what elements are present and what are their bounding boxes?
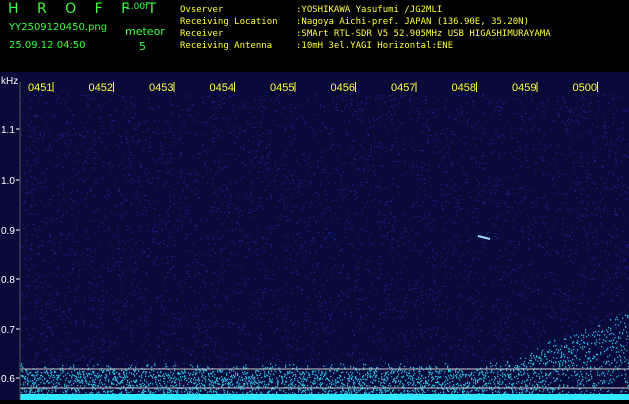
time-label: 0451	[28, 82, 52, 94]
meteor-label: meteor	[125, 25, 165, 38]
observer-value: :YOSHIKAWA Yasufumi /JG2MLI	[296, 5, 443, 15]
y-tick-label: 0.6	[1, 374, 15, 385]
time-label: 0459	[512, 82, 536, 94]
time-label: 0456	[331, 82, 355, 94]
time-label: 0458	[452, 82, 476, 94]
observer-label: Ovserver	[180, 5, 224, 15]
y-tick-label: 0.9	[1, 226, 15, 237]
y-tick-label: 1.1	[1, 125, 15, 136]
time-label: 0454	[210, 82, 234, 94]
y-tick-label: 1.0	[1, 176, 15, 187]
date-time: 25.09.12 04:50	[9, 40, 86, 51]
version-label: 1.00f	[125, 2, 149, 12]
time-label: 0455	[270, 82, 294, 94]
time-label: 0453	[149, 82, 173, 94]
time-label: 0452	[89, 82, 113, 94]
header-panel: H R O F F T 1.00f YY2509120450.png 25.09…	[0, 0, 629, 72]
time-label: 0457	[391, 82, 415, 94]
spectrogram-background	[0, 72, 629, 400]
receiver-label: Receiver	[180, 29, 224, 39]
y-axis-unit: kHz	[1, 76, 18, 87]
y-tick-label: 0.7	[1, 325, 15, 336]
time-label: 0500	[573, 82, 597, 94]
receiver-value: :SMArt RTL-SDR V5 52.905MHz USB HIGASHIM…	[296, 29, 551, 39]
spectrogram: kHz 1.1 1.0 0.9 0.8 0.7 0.6 0451 0452 0453 0454 0…	[0, 72, 629, 401]
spectrogram-panel: kHz 1.1 1.0 0.9 0.8 0.7 0.6 0451 0452 0453 0454 0…	[0, 72, 629, 401]
antenna-value: :10mH 3el.YAGI Horizontal:ENE	[296, 41, 454, 51]
band-baseline	[20, 394, 629, 400]
antenna-label: Receiving Antenna	[180, 41, 273, 51]
y-tick-label: 0.8	[1, 275, 15, 286]
file-name: YY2509120450.png	[9, 22, 108, 33]
location-value: :Nagoya Aichi-pref. JAPAN (136.90E, 35.2…	[296, 17, 529, 27]
meteor-count: 5	[139, 40, 146, 53]
location-label: Receiving Location	[180, 17, 278, 27]
